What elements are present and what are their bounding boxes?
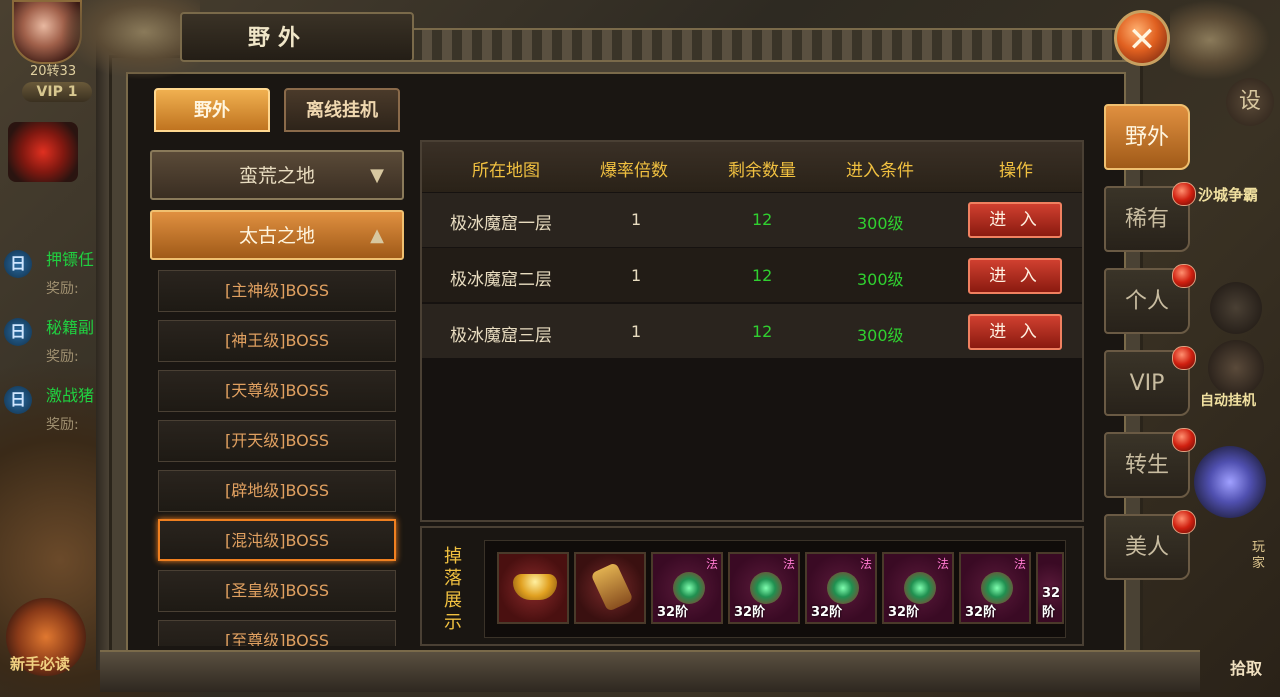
daily-quest-icon: 日	[4, 250, 32, 278]
boss-level-item[interactable]: [神王级]BOSS	[158, 320, 396, 362]
quest-reward: 奖励:	[46, 349, 79, 365]
notification-dot-icon	[1172, 264, 1196, 288]
category-manhuang[interactable]: 蛮荒之地 ▼	[150, 150, 404, 200]
quest-reward: 奖励:	[46, 417, 79, 433]
cell-remaining: 12	[752, 210, 773, 229]
chevron-up-icon: ▲	[370, 225, 384, 246]
category-label: 蛮荒之地	[238, 165, 315, 187]
item-tier: 32阶	[1042, 586, 1061, 620]
header-remaining: 剩余数量	[728, 161, 796, 181]
header-condition: 进入条件	[846, 161, 914, 181]
amulet-icon[interactable]	[574, 552, 646, 624]
boss-level-item[interactable]: [开天级]BOSS	[158, 420, 396, 462]
item-tier: 32阶	[657, 605, 689, 620]
cell-condition: 300级	[857, 214, 904, 233]
item-tier: 32阶	[811, 605, 843, 620]
boss-level-item[interactable]: [圣皇级]BOSS	[158, 570, 396, 612]
tab-offline-hangup[interactable]: 离线挂机	[284, 88, 400, 132]
cell-map: 极冰魔窟二层	[450, 270, 552, 290]
amulet-shape	[590, 562, 634, 612]
boss-level-item-selected[interactable]: [混沌级]BOSS	[158, 519, 396, 561]
daily-quest-icon: 日	[4, 318, 32, 346]
header-action: 操作	[999, 161, 1033, 181]
helmet-icon[interactable]: 法 32阶	[651, 552, 723, 624]
item-class-mark: 法	[705, 557, 718, 571]
panel-title: 野外	[248, 26, 309, 51]
enter-button[interactable]: 进 入	[968, 314, 1062, 350]
cell-rate: 1	[631, 322, 642, 341]
gem-icon	[827, 572, 859, 604]
item-tier: 32阶	[965, 605, 997, 620]
item-class-mark: 法	[1013, 557, 1026, 571]
gold-ingot-shape	[513, 574, 557, 600]
quest-title[interactable]: 激战猪	[46, 382, 94, 406]
auto-battle-label: 自动挂机	[1200, 393, 1256, 409]
dragon-ornament-icon	[60, 0, 200, 80]
player-list-label[interactable]: 玩家	[1252, 540, 1272, 572]
cell-remaining: 12	[752, 322, 773, 341]
notification-dot-icon	[1172, 182, 1196, 206]
city-siege-label[interactable]: 沙城争霸	[1198, 184, 1258, 205]
pickup-button[interactable]: 拾取	[1230, 655, 1262, 679]
drop-display-label: 掉落展示	[444, 546, 462, 633]
chevron-down-icon: ▼	[370, 165, 384, 186]
gem-icon	[904, 572, 936, 604]
bracelet-icon[interactable]: 法 32阶	[805, 552, 877, 624]
quest-title[interactable]: 秘籍副	[46, 314, 94, 338]
frame-top-bar	[400, 28, 1144, 62]
item-tier: 32阶	[888, 605, 920, 620]
cell-rate: 1	[631, 266, 642, 285]
gem-icon	[673, 572, 705, 604]
header-rate: 爆率倍数	[600, 161, 668, 181]
cell-remaining: 12	[752, 266, 773, 285]
side-tab-field[interactable]: 野外	[1104, 104, 1190, 170]
item-class-mark: 法	[859, 557, 872, 571]
category-label: 太古之地	[238, 225, 315, 247]
close-button[interactable]: ✕	[1114, 10, 1170, 66]
beginner-guide-label: 新手必读	[10, 655, 71, 673]
notification-dot-icon	[1172, 346, 1196, 370]
ring-icon[interactable]: 法 32阶	[882, 552, 954, 624]
boots-icon[interactable]: 32阶	[1036, 552, 1064, 624]
settings-button[interactable]: 设	[1226, 78, 1274, 126]
gold-ingot-icon[interactable]	[497, 552, 569, 624]
notification-dot-icon	[1172, 428, 1196, 452]
cell-rate: 1	[631, 210, 642, 229]
boss-category-list[interactable]: 蛮荒之地 ▼ 太古之地 ▲ [主神级]BOSS [神王级]BOSS [天尊级]B…	[150, 140, 406, 646]
boss-level-item[interactable]: [辟地级]BOSS	[158, 470, 396, 512]
vip-badge[interactable]: VIP 1	[22, 82, 92, 102]
notification-dot-icon	[1172, 510, 1196, 534]
item-class-mark: 法	[936, 557, 949, 571]
auto-battle-icon[interactable]	[1208, 340, 1264, 396]
enter-button[interactable]: 进 入	[968, 202, 1062, 238]
gem-icon	[981, 572, 1013, 604]
header-map: 所在地图	[472, 161, 540, 181]
cell-condition: 300级	[857, 326, 904, 345]
quest-reward: 奖励:	[46, 281, 79, 297]
cell-condition: 300级	[857, 270, 904, 289]
portal-skill-icon[interactable]	[1194, 446, 1266, 518]
item-class-mark: 法	[782, 557, 795, 571]
boss-level-item[interactable]: [天尊级]BOSS	[158, 370, 396, 412]
dragon-ornament-icon	[1170, 0, 1270, 80]
category-taigu[interactable]: 太古之地 ▲	[150, 210, 404, 260]
cell-map: 极冰魔窟一层	[450, 214, 552, 234]
item-tier: 32阶	[734, 605, 766, 620]
cell-map: 极冰魔窟三层	[450, 326, 552, 346]
frame-bottom-border	[100, 650, 1200, 692]
daily-quest-icon: 日	[4, 386, 32, 414]
boss-level-item[interactable]: [至尊级]BOSS	[158, 620, 396, 646]
gem-icon	[750, 572, 782, 604]
enter-button[interactable]: 进 入	[968, 258, 1062, 294]
skill-orb-icon[interactable]	[8, 122, 78, 182]
tab-field[interactable]: 野外	[154, 88, 270, 132]
quest-title[interactable]: 押镖任	[46, 246, 94, 270]
boss-level-item[interactable]: [主神级]BOSS	[158, 270, 396, 312]
belt-icon[interactable]: 法 32阶	[959, 552, 1031, 624]
menu-diamond-icon[interactable]	[1210, 282, 1262, 334]
necklace-icon[interactable]: 法 32阶	[728, 552, 800, 624]
